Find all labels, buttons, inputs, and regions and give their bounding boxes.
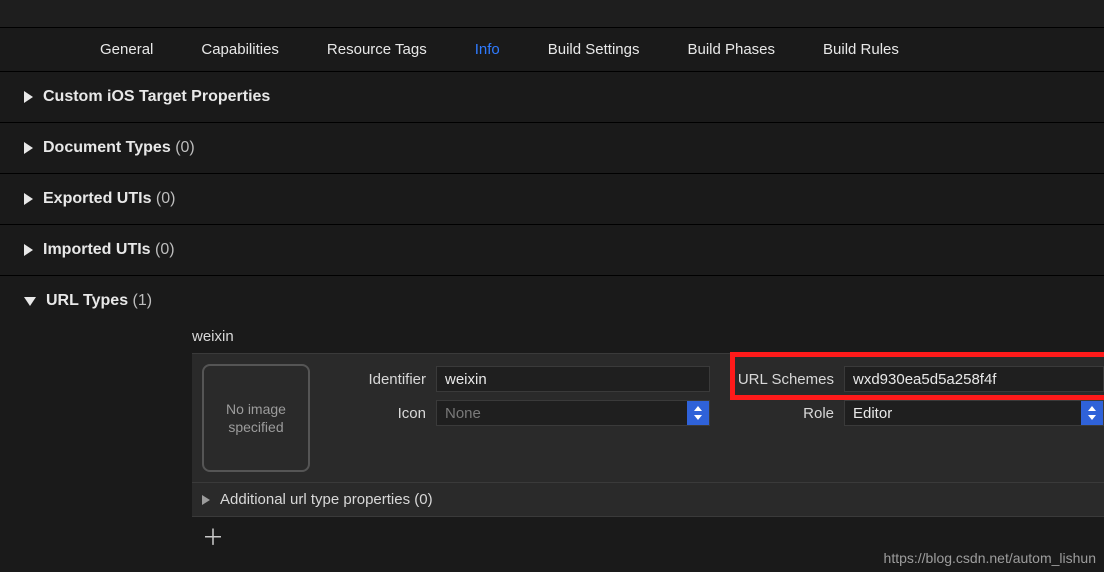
section-imported-utis: Imported UTIs (0) <box>0 225 1104 276</box>
role-select-value: Editor <box>845 401 1081 425</box>
section-url-types: URL Types (1) weixin No image specified … <box>0 276 1104 549</box>
tab-resource-tags[interactable]: Resource Tags <box>327 41 427 58</box>
role-select[interactable]: Editor <box>844 400 1104 426</box>
add-row: ＋ <box>192 517 1104 549</box>
url-schemes-label: URL Schemes <box>730 371 834 388</box>
section-header-custom-ios[interactable]: Custom iOS Target Properties <box>24 88 1104 106</box>
section-header-imported-utis[interactable]: Imported UTIs (0) <box>24 241 1104 259</box>
url-schemes-input[interactable] <box>844 366 1104 392</box>
disclosure-triangle-icon <box>24 193 33 205</box>
section-count: (0) <box>175 139 195 156</box>
section-title-text: Document Types <box>43 139 171 156</box>
section-custom-ios: Custom iOS Target Properties <box>0 72 1104 123</box>
icon-select-value: None <box>437 401 687 425</box>
field-icon: Icon None <box>330 400 710 426</box>
tab-build-rules[interactable]: Build Rules <box>823 41 899 58</box>
fields-right-column: URL Schemes Role Editor <box>730 364 1104 426</box>
section-header-exported-utis[interactable]: Exported UTIs (0) <box>24 190 1104 208</box>
disclosure-triangle-icon <box>24 244 33 256</box>
disclosure-triangle-icon <box>202 495 210 505</box>
url-types-body: weixin No image specified Identifier Ico… <box>24 310 1104 549</box>
section-title: Document Types (0) <box>43 139 195 157</box>
section-count: (1) <box>133 292 153 309</box>
disclosure-triangle-icon <box>24 91 33 103</box>
tab-build-settings[interactable]: Build Settings <box>548 41 640 58</box>
watermark-text: https://blog.csdn.net/autom_lishun <box>884 550 1096 566</box>
section-exported-utis: Exported UTIs (0) <box>0 174 1104 225</box>
field-url-schemes: URL Schemes <box>730 366 1104 392</box>
select-stepper-icon <box>1081 401 1103 425</box>
tab-general[interactable]: General <box>100 41 153 58</box>
select-stepper-icon <box>687 401 709 425</box>
tab-capabilities[interactable]: Capabilities <box>201 41 279 58</box>
role-label: Role <box>730 405 834 422</box>
section-document-types: Document Types (0) <box>0 123 1104 174</box>
identifier-input[interactable] <box>436 366 710 392</box>
fields-left-column: Identifier Icon None <box>330 364 710 426</box>
icon-select[interactable]: None <box>436 400 710 426</box>
section-header-document-types[interactable]: Document Types (0) <box>24 139 1104 157</box>
section-header-url-types[interactable]: URL Types (1) <box>24 292 1104 310</box>
identifier-label: Identifier <box>330 371 426 388</box>
tab-info[interactable]: Info <box>475 41 500 58</box>
field-role: Role Editor <box>730 400 1104 426</box>
window-top-bar <box>0 0 1104 28</box>
url-type-name: weixin <box>192 328 1104 345</box>
section-title-text: URL Types <box>46 292 128 309</box>
section-title: Custom iOS Target Properties <box>43 88 270 106</box>
section-count: (0) <box>155 241 175 258</box>
section-title-text: Imported UTIs <box>43 241 151 258</box>
section-title: URL Types (1) <box>46 292 152 310</box>
icon-label: Icon <box>330 405 426 422</box>
section-title: Imported UTIs (0) <box>43 241 175 259</box>
disclosure-triangle-icon <box>24 297 36 306</box>
field-identifier: Identifier <box>330 366 710 392</box>
section-count: (0) <box>156 190 176 207</box>
image-well[interactable]: No image specified <box>202 364 310 472</box>
additional-properties-label: Additional url type properties (0) <box>220 491 433 508</box>
url-type-entry: No image specified Identifier Icon None <box>192 353 1104 483</box>
disclosure-triangle-icon <box>24 142 33 154</box>
add-button[interactable]: ＋ <box>202 525 224 550</box>
additional-properties-row[interactable]: Additional url type properties (0) <box>192 483 1104 517</box>
image-placeholder-text: No image specified <box>204 400 308 436</box>
section-title-text: Exported UTIs <box>43 190 151 207</box>
tab-build-phases[interactable]: Build Phases <box>687 41 775 58</box>
target-tab-bar: General Capabilities Resource Tags Info … <box>0 28 1104 72</box>
section-title: Exported UTIs (0) <box>43 190 175 208</box>
